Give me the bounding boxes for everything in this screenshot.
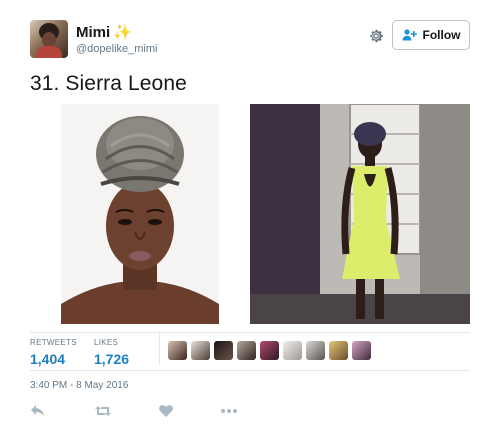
tweet-timestamp[interactable]: 3:40 PM - 8 May 2016 — [30, 380, 128, 391]
liker-avatars — [168, 341, 371, 360]
liker-avatar[interactable] — [329, 341, 348, 360]
dress-illustration — [250, 104, 470, 324]
tweet-text: 31. Sierra Leone — [30, 72, 187, 95]
stats-separator — [159, 333, 160, 365]
more-icon[interactable] — [220, 404, 238, 418]
liker-avatar[interactable] — [352, 341, 371, 360]
retweets-stat[interactable]: RETWEETS 1,404 — [30, 338, 77, 367]
follow-button[interactable]: Follow — [392, 20, 470, 50]
liker-avatar[interactable] — [283, 341, 302, 360]
likes-count: 1,726 — [94, 351, 130, 367]
liker-avatar[interactable] — [260, 341, 279, 360]
portrait-illustration — [61, 104, 219, 324]
like-icon[interactable] — [158, 404, 174, 418]
user-name[interactable]: Mimi ✨ — [76, 23, 132, 41]
retweets-count: 1,404 — [30, 351, 66, 367]
liker-avatar[interactable] — [306, 341, 325, 360]
stats-divider-bottom — [30, 370, 470, 371]
gear-icon[interactable] — [367, 27, 385, 45]
liker-avatar[interactable] — [214, 341, 233, 360]
user-handle[interactable]: @dopelike_mimi — [76, 43, 157, 55]
user-name-text: Mimi — [76, 24, 111, 41]
sparkles-icon: ✨ — [113, 24, 132, 41]
retweets-label: RETWEETS — [30, 338, 77, 347]
retweet-icon[interactable] — [94, 404, 112, 418]
follow-button-label: Follow — [422, 28, 461, 42]
tweet-photo-portrait[interactable] — [61, 104, 219, 324]
tweet-photo-dress[interactable] — [250, 104, 470, 324]
likes-label: LIKES — [94, 338, 119, 347]
liker-avatar[interactable] — [191, 341, 210, 360]
liker-avatar[interactable] — [237, 341, 256, 360]
add-user-icon — [402, 29, 417, 41]
avatar[interactable] — [30, 20, 68, 58]
tweet-header: Mimi ✨ @dopelike_mimi Follow — [30, 20, 470, 64]
reply-icon[interactable] — [30, 404, 46, 418]
liker-avatar[interactable] — [168, 341, 187, 360]
stats-divider-top — [30, 332, 470, 333]
likes-stat[interactable]: LIKES 1,726 — [94, 338, 129, 367]
